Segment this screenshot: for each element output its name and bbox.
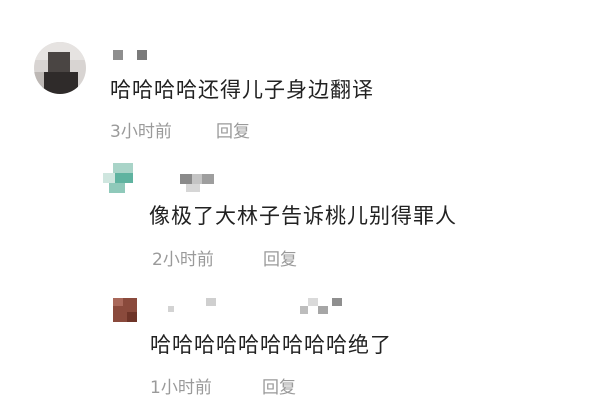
comment-time: 3小时前 [110, 122, 172, 142]
reply-button[interactable]: 回复 [263, 245, 297, 270]
reply-button[interactable]: 回复 [216, 117, 250, 142]
reply-button[interactable]: 回复 [262, 373, 296, 398]
comment-text: 哈哈哈哈还得儿子身边翻译 [110, 78, 374, 102]
avatar[interactable] [34, 42, 86, 94]
comment-text: 像极了大林子告诉桃儿别得罪人 [149, 204, 457, 228]
comment-time: 1小时前 [150, 378, 212, 398]
avatar[interactable] [113, 298, 137, 322]
comment-time: 2小时前 [152, 250, 214, 270]
avatar[interactable] [103, 163, 133, 193]
comment-text: 哈哈哈哈哈哈哈哈哈绝了 [150, 333, 392, 357]
